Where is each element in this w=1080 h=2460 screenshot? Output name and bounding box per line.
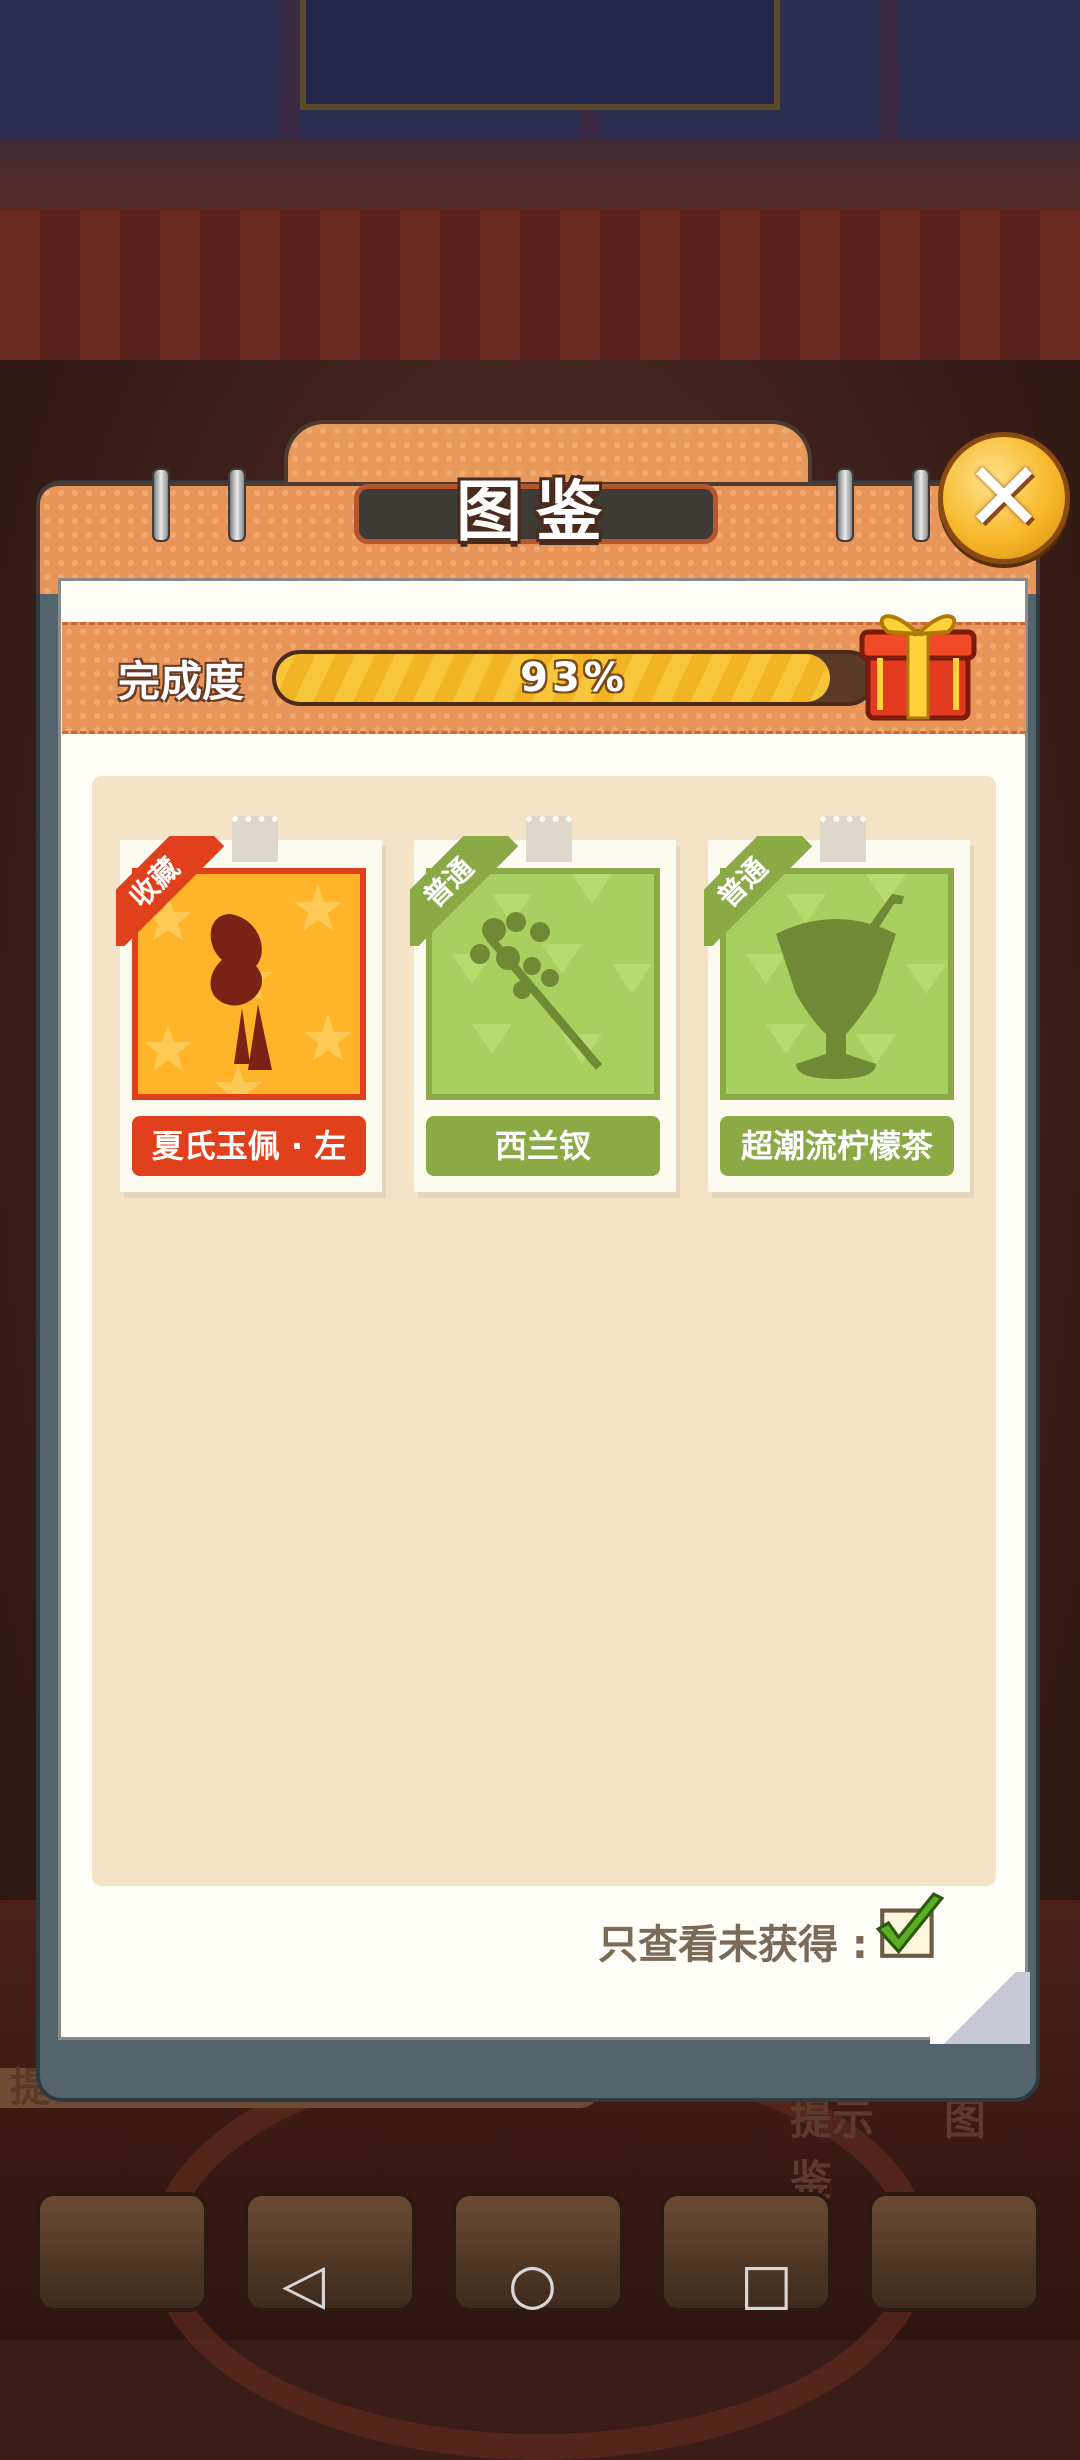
rarity-ribbon: 普通 — [410, 836, 520, 946]
close-button[interactable]: ✕ — [938, 432, 1070, 564]
collection-card[interactable]: 夏氏玉佩 · 左 收藏 — [116, 816, 382, 1192]
background-tab-hint: 提示 — [790, 2095, 875, 2144]
binder-ring-icon — [228, 468, 246, 542]
rarity-ribbon: 普通 — [704, 836, 814, 946]
back-button[interactable]: ◁ — [282, 2250, 325, 2320]
card-tape — [232, 816, 278, 862]
background-tabs: 提示 图鉴 — [790, 2086, 1080, 2208]
card-name: 西兰钗 — [426, 1116, 660, 1176]
rarity-ribbon: 收藏 — [116, 836, 226, 946]
collection-card[interactable]: 西兰钗 普通 — [410, 816, 676, 1192]
background-plaque — [300, 0, 780, 110]
card-name: 夏氏玉佩 · 左 — [132, 1116, 366, 1176]
binder-ring-icon — [152, 468, 170, 542]
progress-value: 93% — [520, 655, 628, 701]
gift-icon[interactable] — [858, 598, 978, 722]
system-navbar: ◁ ○ □ — [0, 2230, 1080, 2340]
checkmark-icon — [875, 1892, 945, 1958]
card-tape — [820, 816, 866, 862]
home-button[interactable]: ○ — [508, 2250, 557, 2320]
card-tape — [526, 816, 572, 862]
progress-label: 完成度 — [118, 657, 245, 706]
page-curl — [930, 1972, 1030, 2044]
background-lattice — [0, 210, 1080, 370]
rarity-label: 收藏 — [116, 836, 225, 946]
card-name: 超潮流柠檬茶 — [720, 1116, 954, 1176]
close-icon: ✕ — [963, 441, 1045, 553]
filter-label: 只查看未获得 : — [598, 1922, 868, 1968]
dialog-title: 图鉴 — [456, 473, 616, 550]
unobtained-filter-checkbox[interactable] — [875, 1892, 945, 1964]
recents-button[interactable]: □ — [740, 2250, 793, 2320]
binder-ring-icon — [912, 468, 930, 542]
rarity-label: 普通 — [410, 836, 519, 946]
binder-ring-icon — [836, 468, 854, 542]
rarity-label: 普通 — [704, 836, 813, 946]
collection-card[interactable]: 超潮流柠檬茶 普通 — [704, 816, 970, 1192]
